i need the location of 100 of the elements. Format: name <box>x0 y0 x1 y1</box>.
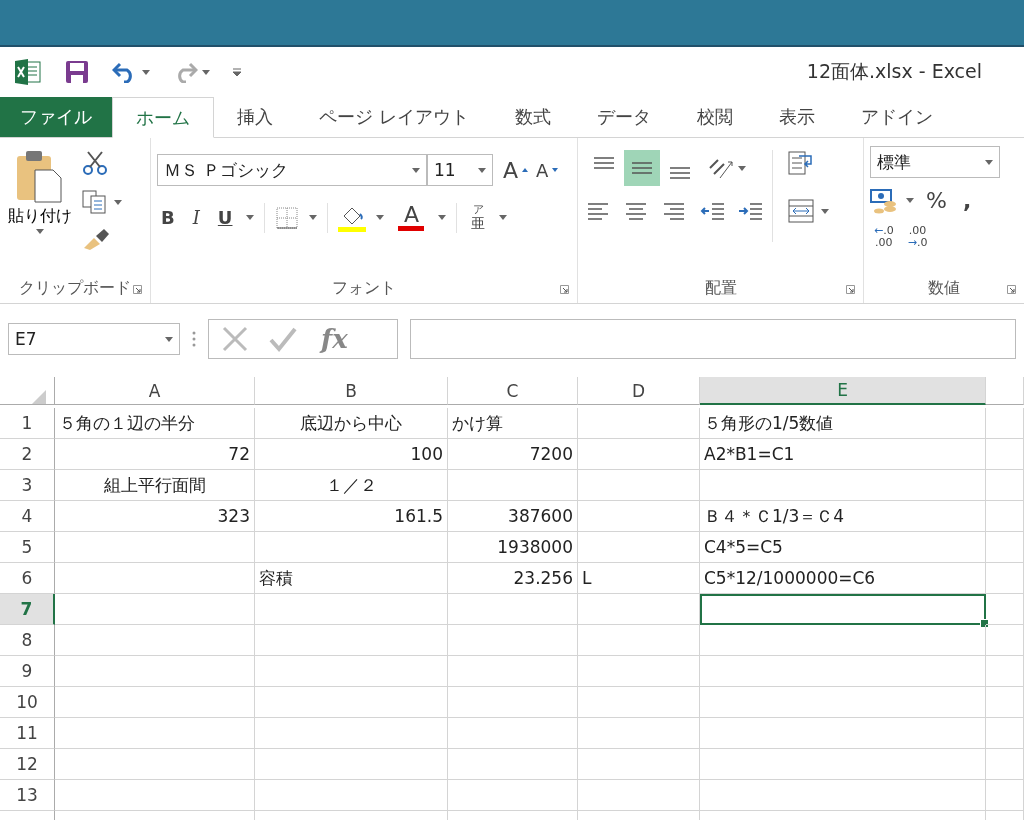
table-cell: A2*B1=C1 <box>700 439 986 470</box>
percent-button[interactable]: % <box>922 186 951 215</box>
font-size-dropdown[interactable]: 11 <box>427 154 493 186</box>
table-cell <box>986 656 1024 687</box>
table-cell: ５角の１辺の半分 <box>55 408 255 439</box>
insert-function-button[interactable]: fx <box>317 322 352 356</box>
decrease-decimal-button[interactable]: .00 →.0 <box>903 223 932 252</box>
font-color-button[interactable]: A <box>394 202 429 234</box>
table-cell <box>986 439 1024 470</box>
excel-logo-icon[interactable] <box>14 59 42 85</box>
table-cell <box>986 563 1024 594</box>
row-header[interactable]: 5 <box>0 532 55 563</box>
name-box[interactable]: E7 <box>8 323 180 355</box>
save-icon[interactable] <box>64 59 90 85</box>
wrap-text-icon[interactable] <box>787 150 815 176</box>
table-cell: 72 <box>55 439 255 470</box>
caret-icon[interactable] <box>478 167 486 173</box>
underline-button[interactable]: U <box>213 205 237 231</box>
ribbon-tab[interactable]: 数式 <box>491 97 574 137</box>
caret-icon[interactable] <box>202 69 210 75</box>
caret-icon[interactable] <box>412 167 420 173</box>
ribbon-tab[interactable]: ファイル <box>0 97 112 137</box>
format-painter-icon[interactable] <box>82 228 110 252</box>
merge-center-icon[interactable] <box>787 198 815 224</box>
row-header[interactable]: 1 <box>0 408 55 439</box>
ribbon-tab[interactable]: 校閲 <box>673 97 756 137</box>
table-cell: かけ算 <box>448 408 578 439</box>
ribbon-tab[interactable]: 挿入 <box>214 97 296 137</box>
row-header[interactable]: 10 <box>0 687 55 718</box>
font-name-dropdown[interactable]: ＭＳ Ｐゴシック <box>157 154 427 186</box>
group-label: フォント <box>332 277 396 299</box>
caret-icon[interactable] <box>985 159 993 165</box>
dialog-launcher-icon[interactable] <box>1007 285 1016 294</box>
dialog-launcher-icon[interactable] <box>846 285 855 294</box>
caret-icon[interactable] <box>906 198 914 203</box>
table-cell: 387600 <box>448 501 578 532</box>
ribbon-tab[interactable]: ページ レイアウト <box>296 97 492 137</box>
table-cell: L <box>578 563 700 594</box>
ribbon-tab[interactable]: アドイン <box>837 97 956 137</box>
caret-icon[interactable] <box>438 215 447 221</box>
row-header[interactable]: 2 <box>0 439 55 470</box>
column-header[interactable]: E <box>700 377 986 405</box>
ribbon-tab[interactable]: 表示 <box>755 97 838 137</box>
table-cell: 組上平行面間 <box>55 470 255 501</box>
caret-icon[interactable] <box>142 69 150 75</box>
decrease-indent-icon[interactable] <box>700 200 726 222</box>
table-cell: 容積 <box>255 563 448 594</box>
paste-caret-icon[interactable] <box>36 229 44 234</box>
caret-icon[interactable] <box>821 208 829 214</box>
row-header[interactable]: 7 <box>0 594 55 625</box>
caret-icon[interactable] <box>309 215 318 221</box>
borders-icon[interactable] <box>275 205 300 230</box>
cut-icon[interactable] <box>82 150 108 176</box>
table-cell: C5*12/1000000=C6 <box>700 563 986 594</box>
bold-button[interactable]: B <box>157 205 179 231</box>
increase-indent-icon[interactable] <box>738 200 764 222</box>
phonetic-guide-button[interactable]: ア 亜 <box>467 202 490 234</box>
table-cell <box>986 594 1024 625</box>
fill-handle[interactable] <box>980 619 989 628</box>
table-cell: Ｂ４＊Ｃ1/3＝Ｃ4 <box>700 501 986 532</box>
column-header[interactable]: A <box>55 377 255 405</box>
up-triangle-icon[interactable] <box>522 168 529 172</box>
column-header[interactable]: C <box>448 377 578 405</box>
caret-icon[interactable] <box>165 336 173 342</box>
row-header[interactable]: 4 <box>0 501 55 532</box>
number-format-dropdown[interactable]: 標準 <box>870 146 1000 178</box>
customize-toolbar-icon[interactable] <box>232 67 242 77</box>
row-header[interactable]: 8 <box>0 625 55 656</box>
table-cell: 7200 <box>448 439 578 470</box>
caret-icon[interactable] <box>499 215 508 221</box>
group-label: クリップボード <box>19 277 131 299</box>
row-header[interactable]: 11 <box>0 718 55 749</box>
row-header[interactable]: 13 <box>0 780 55 811</box>
column-header[interactable]: B <box>255 377 448 405</box>
table-cell: 100 <box>255 439 448 470</box>
dialog-launcher-icon[interactable] <box>133 285 142 294</box>
shrink-font-button[interactable]: A <box>532 157 563 183</box>
italic-button[interactable]: I <box>188 205 204 231</box>
comma-style-button[interactable]: , <box>958 186 976 215</box>
ribbon-tab[interactable]: データ <box>573 97 674 137</box>
caret-icon[interactable] <box>246 215 255 221</box>
caret-icon[interactable] <box>738 165 746 171</box>
row-header[interactable]: 3 <box>0 470 55 501</box>
row-header[interactable]: 12 <box>0 749 55 780</box>
more-icon <box>192 331 196 347</box>
caret-icon[interactable] <box>376 215 385 221</box>
window-title: 12面体.xlsx - Excel <box>806 59 982 84</box>
caret-icon[interactable] <box>114 199 122 205</box>
grow-font-button[interactable]: A <box>499 155 533 185</box>
paste-button[interactable]: 貼り付け <box>6 144 74 273</box>
ribbon-tab[interactable]: ホーム <box>112 97 214 138</box>
formula-input-field[interactable] <box>410 319 1016 359</box>
table-cell <box>986 501 1024 532</box>
increase-decimal-button[interactable]: ←.0 .00 <box>870 223 898 252</box>
active-cell[interactable] <box>700 594 986 625</box>
currency-icon[interactable] <box>870 187 898 214</box>
dialog-launcher-icon[interactable] <box>560 285 569 294</box>
row-header[interactable]: 9 <box>0 656 55 687</box>
table-cell: 底辺から中心 <box>255 408 448 439</box>
down-triangle-icon[interactable] <box>552 168 559 172</box>
